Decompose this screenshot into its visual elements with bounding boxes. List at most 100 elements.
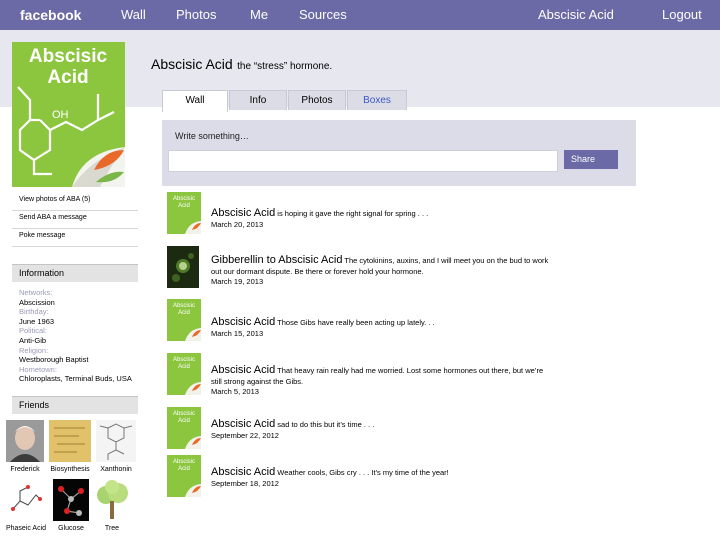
- tab-info[interactable]: Info: [229, 90, 287, 110]
- friend-glucose[interactable]: Glucose: [52, 479, 90, 532]
- tab-photos[interactable]: Photos: [288, 90, 346, 110]
- post-author[interactable]: Gibberellin to Abscisic Acid: [211, 254, 342, 266]
- nav-wall[interactable]: Wall: [121, 7, 146, 22]
- post-body: Abscisic Acid Weather cools, Gibs cry . …: [211, 467, 556, 489]
- tab-boxes[interactable]: Boxes: [347, 90, 407, 110]
- logout-link[interactable]: Logout: [662, 7, 702, 22]
- nav-profile-link[interactable]: Abscisic Acid: [538, 7, 614, 22]
- svg-text:Abscisic: Abscisic: [173, 303, 195, 309]
- post-date: March 20, 2013: [211, 219, 264, 229]
- aba-avatar-icon[interactable]: Abscisic Acid: [167, 299, 201, 341]
- tree-icon: [94, 479, 130, 521]
- post-body: Abscisic Acid is hoping it gave the righ…: [211, 208, 556, 230]
- nav-me[interactable]: Me: [250, 7, 268, 22]
- aba-avatar-icon[interactable]: Abscisic Acid: [167, 455, 201, 497]
- svg-text:Abscisic: Abscisic: [173, 196, 195, 202]
- info-label-networks: Networks:: [19, 288, 53, 297]
- share-button[interactable]: Share: [564, 150, 618, 169]
- friend-name: Biosynthesis: [50, 466, 90, 473]
- friend-name: Glucose: [58, 525, 84, 532]
- info-label-political: Political:: [19, 326, 47, 336]
- info-value-religion[interactable]: Westborough Baptist: [19, 355, 132, 365]
- top-nav-bar: facebook Wall Photos Me Sources Abscisic…: [0, 0, 720, 30]
- svg-text:Acid: Acid: [178, 203, 190, 209]
- aba-molecule-image: Abscisic Acid OH: [12, 42, 125, 187]
- biosynthesis-diagram-icon: [49, 420, 91, 462]
- composer-input[interactable]: [168, 150, 558, 172]
- info-label-hometown: Hometown:: [19, 364, 57, 374]
- aba-avatar-icon[interactable]: Abscisic Acid: [167, 192, 201, 234]
- friend-name: Frederick: [10, 466, 40, 473]
- information-list: Networks: Abscission Birthday: June 1963…: [19, 288, 132, 384]
- post-author[interactable]: Abscisic Acid: [211, 364, 275, 376]
- friends-heading: Friends: [12, 396, 138, 414]
- post-author[interactable]: Abscisic Acid: [211, 418, 275, 430]
- tab-wall[interactable]: Wall: [162, 90, 228, 112]
- glucose-molecule-icon: [53, 479, 89, 521]
- svg-text:Acid: Acid: [178, 364, 190, 370]
- friend-xanthonin[interactable]: Xanthonin: [96, 420, 136, 473]
- post-text: Those Gibs have really been acting up la…: [277, 318, 435, 327]
- post-text: sad to do this but it’s time . . .: [277, 420, 375, 429]
- friend-frederick[interactable]: Frederick: [6, 420, 44, 473]
- svg-text:Abscisic: Abscisic: [173, 411, 195, 417]
- wall-post: Abscisic Acid Abscisic Acid Weather cools…: [167, 455, 627, 499]
- wall-post: Gibberellin to Abscisic Acid The cytokin…: [167, 246, 627, 292]
- picture-word-1: Abscisic: [29, 46, 108, 67]
- xanthonin-structure-icon: [96, 420, 136, 462]
- post-date: March 5, 2013: [211, 387, 259, 396]
- wall-post: Abscisic Acid Abscisic Acid is hoping it …: [167, 192, 627, 236]
- info-value-networks[interactable]: Abscission: [19, 298, 132, 308]
- gibberellin-avatar-icon[interactable]: [167, 246, 199, 288]
- frederick-portrait-icon: [6, 420, 44, 462]
- profile-picture[interactable]: Abscisic Acid OH: [12, 42, 125, 187]
- info-label-birthday: Birthday:: [19, 307, 49, 317]
- post-text: is hoping it gave the right signal for s…: [277, 209, 429, 218]
- nav-photos[interactable]: Photos: [176, 7, 216, 22]
- post-body: Abscisic Acid Those Gibs have really bee…: [211, 317, 556, 339]
- info-value-birthday: June 1963: [19, 316, 55, 326]
- post-date: March 15, 2013: [211, 328, 264, 338]
- svg-text:Acid: Acid: [178, 310, 190, 316]
- view-photos-link[interactable]: View photos of ABA (5): [12, 193, 138, 211]
- send-message-link[interactable]: Send ABA a message: [12, 211, 138, 229]
- picture-word-2: Acid: [47, 67, 88, 88]
- nav-sources[interactable]: Sources: [299, 7, 347, 22]
- picture-oh-label: OH: [52, 109, 69, 121]
- profile-name: Abscisic Acid: [151, 56, 233, 72]
- info-label-religion: Religion:: [19, 345, 49, 355]
- friend-phaseic-acid[interactable]: Phaseic Acid: [4, 479, 48, 532]
- info-value-political[interactable]: Anti-Gib: [19, 336, 132, 346]
- post-author[interactable]: Abscisic Acid: [211, 316, 275, 328]
- friend-biosynthesis[interactable]: Biosynthesis: [47, 420, 93, 473]
- aba-avatar-icon[interactable]: Abscisic Acid: [167, 407, 201, 449]
- post-body: Gibberellin to Abscisic Acid The cytokin…: [211, 255, 556, 288]
- post-date: March 19, 2013: [211, 277, 264, 286]
- info-value-hometown[interactable]: Chloroplasts, Terminal Buds, USA: [19, 374, 132, 384]
- wall-post: Abscisic Acid Abscisic Acid sad to do thi…: [167, 407, 627, 451]
- profile-subtitle: the “stress” hormone.: [237, 61, 333, 72]
- wall-composer: Write something… Share: [162, 120, 636, 186]
- post-body: Abscisic Acid That heavy rain really had…: [211, 365, 556, 398]
- post-author[interactable]: Abscisic Acid: [211, 466, 275, 478]
- phaseic-acid-structure-icon: [8, 479, 44, 521]
- post-date: September 22, 2012: [211, 430, 279, 440]
- aba-avatar-icon[interactable]: Abscisic Acid: [167, 353, 201, 395]
- svg-text:Abscisic: Abscisic: [173, 459, 195, 465]
- friend-name: Xanthonin: [100, 466, 132, 473]
- post-body: Abscisic Acid sad to do this but it’s ti…: [211, 419, 556, 441]
- information-heading: Information: [12, 264, 138, 282]
- brand-logo[interactable]: facebook: [20, 7, 81, 23]
- svg-text:Acid: Acid: [178, 466, 190, 472]
- friend-tree[interactable]: Tree: [94, 479, 130, 532]
- friend-name: Phaseic Acid: [5, 525, 47, 532]
- post-author[interactable]: Abscisic Acid: [211, 207, 275, 219]
- friend-name: Tree: [104, 525, 120, 532]
- svg-text:Acid: Acid: [178, 418, 190, 424]
- wall-post: Abscisic Acid Abscisic Acid That heavy ra…: [167, 353, 627, 397]
- post-text: Weather cools, Gibs cry . . . It’s my ti…: [277, 468, 449, 477]
- svg-text:Abscisic: Abscisic: [173, 357, 195, 363]
- wall-post: Abscisic Acid Abscisic Acid Those Gibs ha…: [167, 299, 627, 343]
- post-date: September 18, 2012: [211, 478, 279, 488]
- poke-link[interactable]: Poke message: [12, 229, 138, 247]
